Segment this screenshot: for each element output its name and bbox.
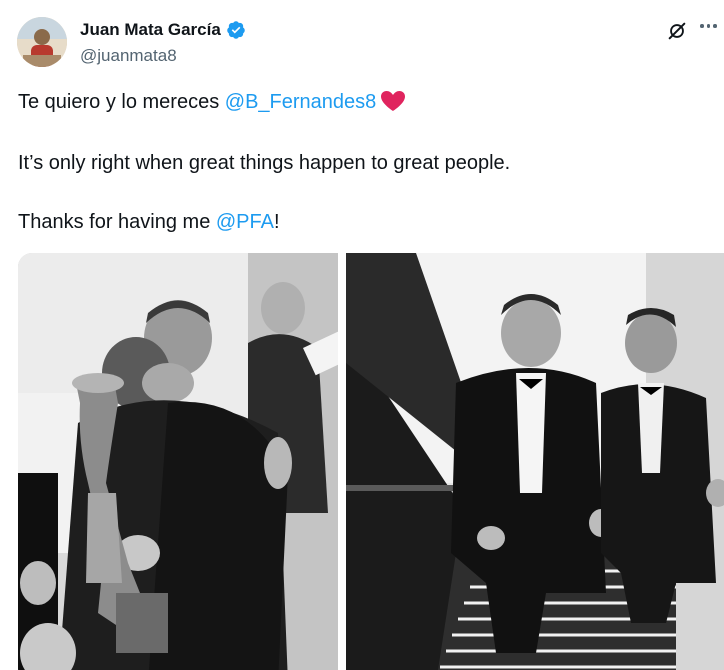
author-display-name[interactable]: Juan Mata García <box>80 20 221 40</box>
photo-trophy-hug[interactable] <box>18 253 338 670</box>
red-heart-emoji-icon <box>380 90 406 112</box>
author-handle[interactable]: @juanmata8 <box>80 46 177 66</box>
tweet-line-3-suffix: ! <box>273 211 280 233</box>
avatar[interactable] <box>17 17 67 67</box>
more-options-icon[interactable] <box>700 24 717 28</box>
tweet-line-1-text: Te quiero y lo mereces <box>18 91 225 113</box>
tweet-card: Juan Mata García @juanmata8 Te quiero y … <box>0 0 724 670</box>
tweet-line-3-text: Thanks for having me <box>18 211 216 233</box>
verified-badge-icon <box>226 20 246 40</box>
author-name-row: Juan Mata García <box>80 20 246 40</box>
mention-pfa-link[interactable]: @PFA <box>216 211 274 233</box>
media-grid <box>18 253 724 670</box>
tweet-line-3: Thanks for having me @PFA! <box>18 210 280 234</box>
photo-stairs-walk[interactable] <box>346 253 724 670</box>
grok-icon[interactable] <box>666 20 688 42</box>
tweet-line-2: It’s only right when great things happen… <box>18 152 511 174</box>
tweet-line-1: Te quiero y lo mereces @B_Fernandes8 <box>18 90 406 114</box>
mention-b-fernandes8-link[interactable]: @B_Fernandes8 <box>225 91 377 113</box>
